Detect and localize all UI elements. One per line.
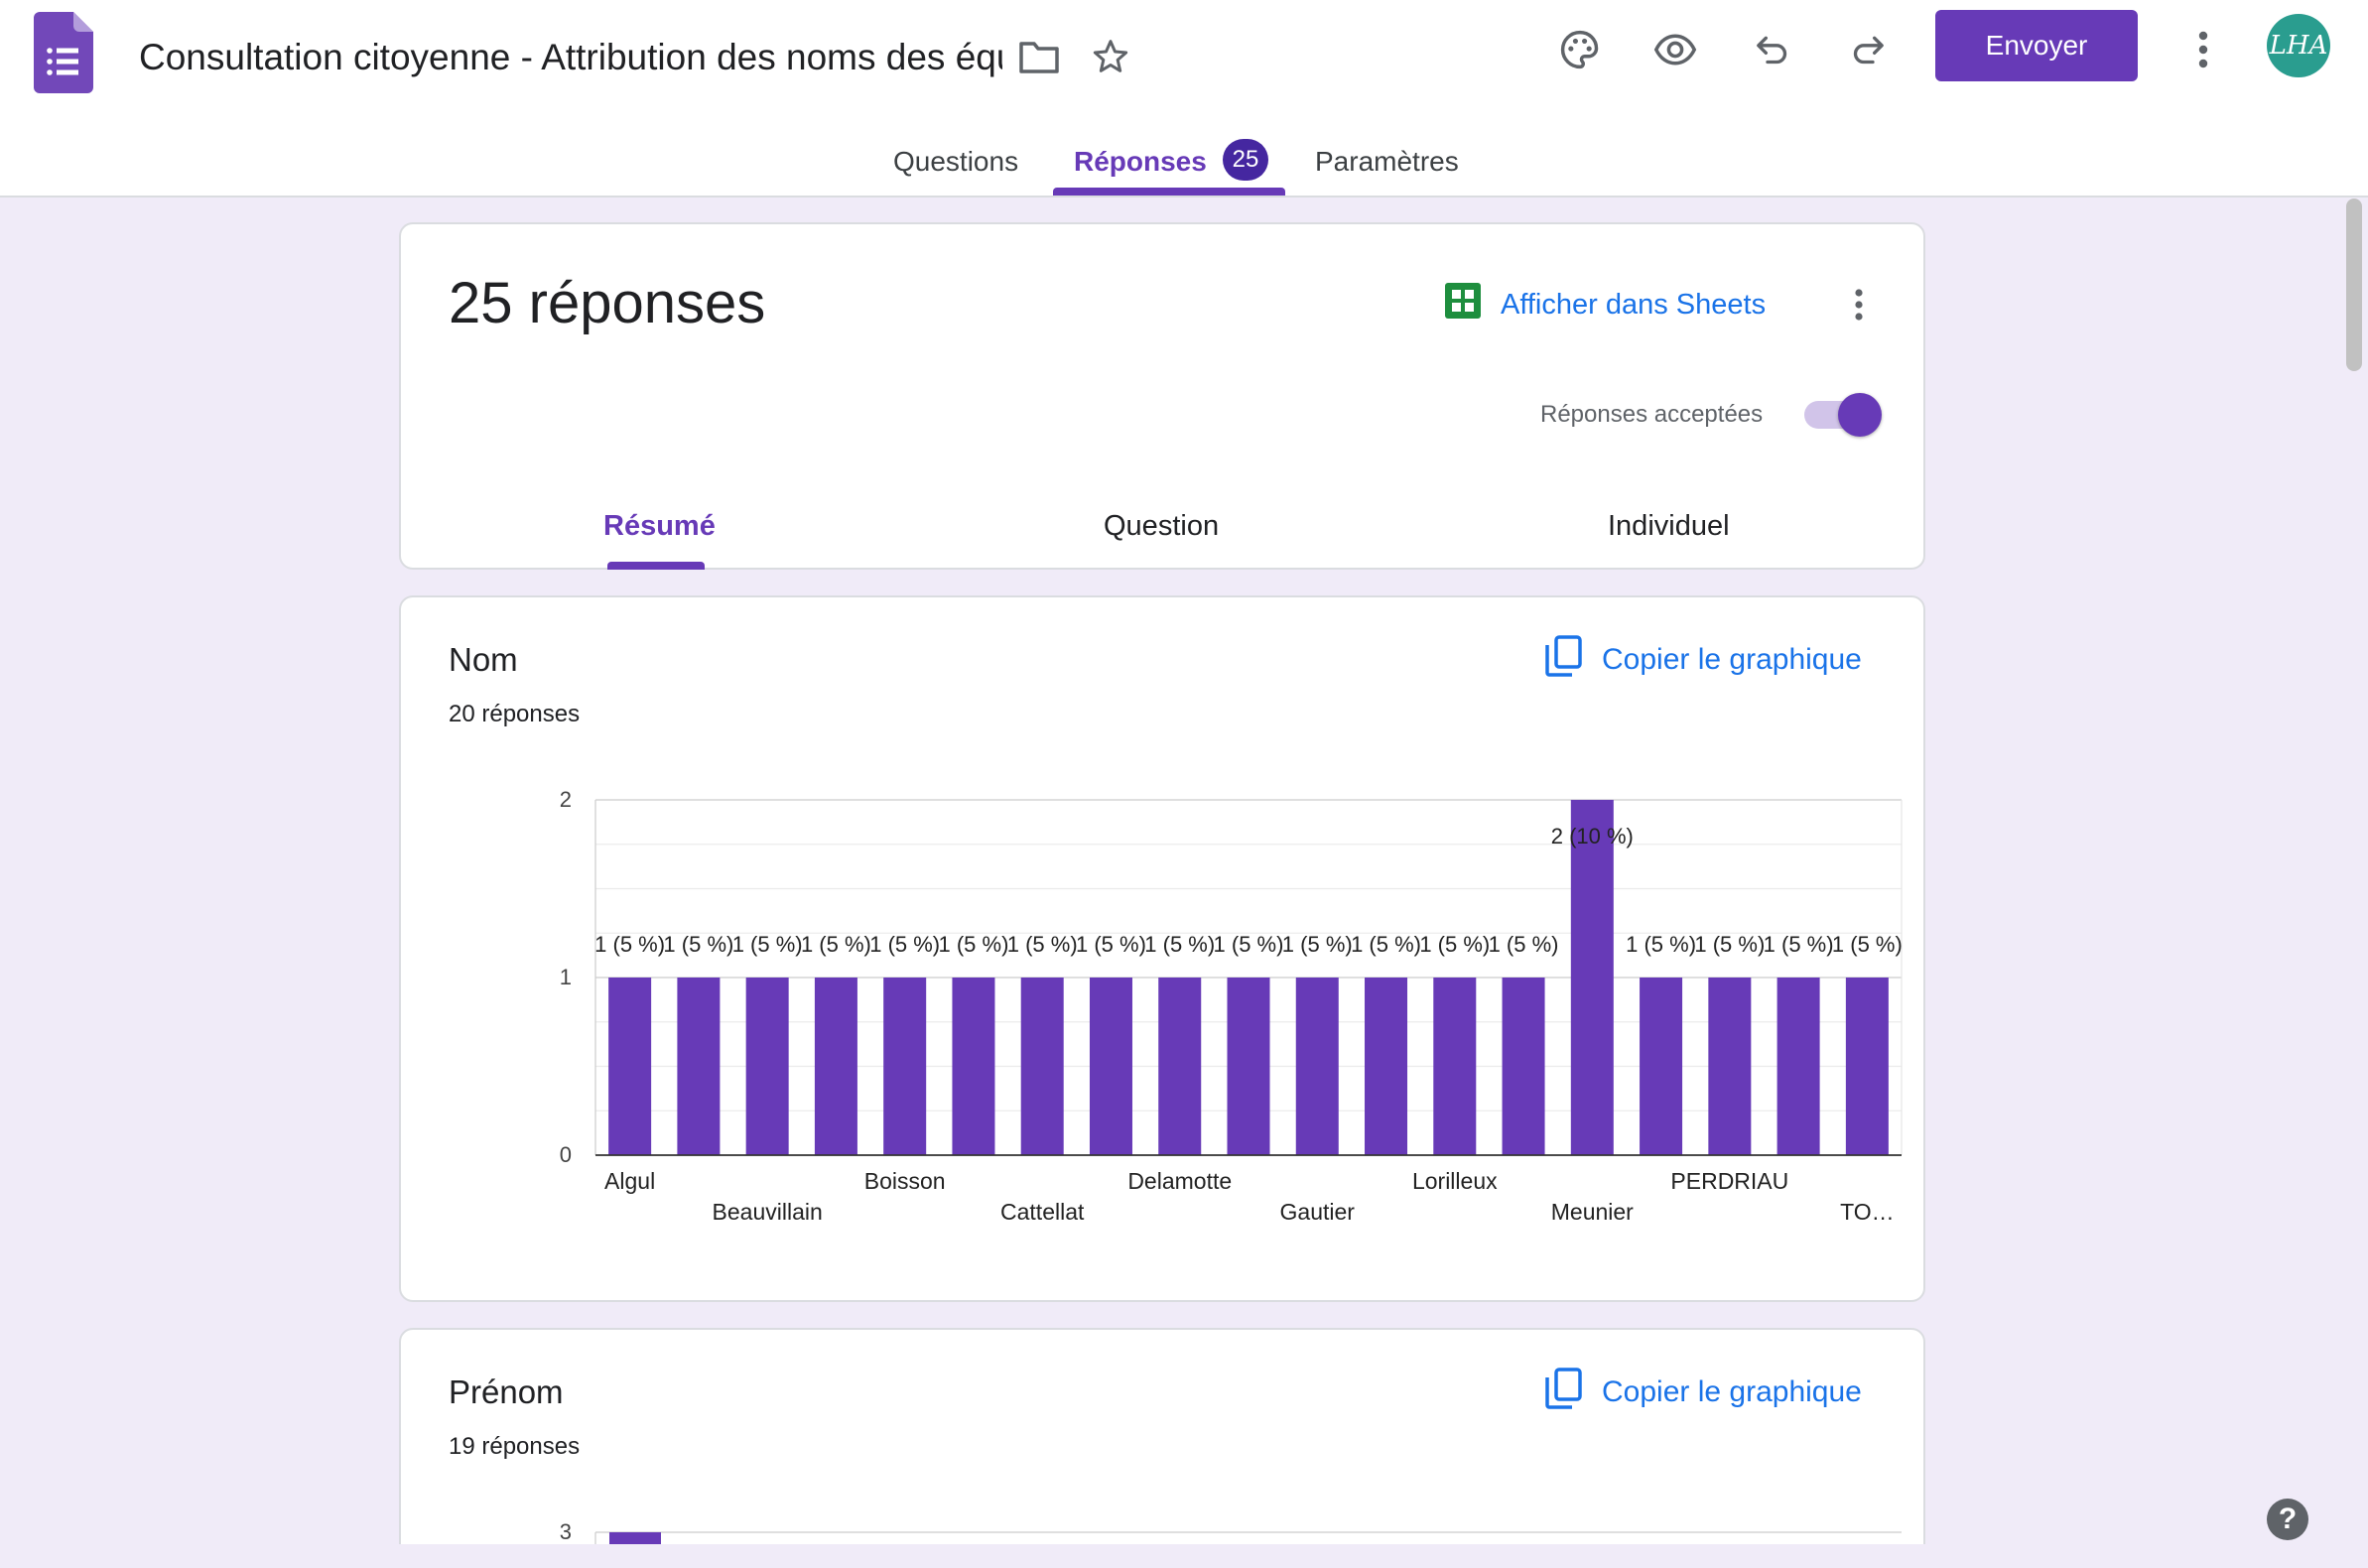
bar-data-label: 1 (5 %) (1764, 932, 1834, 957)
subtab-summary[interactable]: Résumé (603, 504, 716, 548)
bar (1158, 978, 1202, 1155)
bar-data-label: 1 (5 %) (801, 932, 871, 957)
bar-data-label: 1 (5 %) (1144, 932, 1215, 957)
folder-icon[interactable] (1016, 34, 1062, 79)
undo-icon[interactable] (1743, 20, 1802, 79)
question-card-nom: Nom 20 réponses Copier le graphique 0121… (399, 595, 1925, 1302)
bar (1502, 978, 1545, 1155)
x-tick-label: Delamotte (1127, 1168, 1232, 1194)
x-tick-label: Beauvillain (713, 1199, 823, 1225)
y-tick-label: 0 (560, 1142, 572, 1167)
bar-data-label: 1 (5 %) (1007, 932, 1078, 957)
bar (1433, 978, 1477, 1155)
x-tick-label: Boisson (864, 1168, 946, 1194)
bar (1020, 978, 1064, 1155)
bar-data-label: 1 (5 %) (1351, 932, 1421, 957)
x-tick-label: Cattellat (1000, 1199, 1085, 1225)
x-tick-label: Gautier (1280, 1199, 1356, 1225)
y-tick-label: 1 (560, 965, 572, 989)
bar-data-label: 1 (5 %) (1832, 932, 1903, 957)
page-scrollbar[interactable] (2344, 197, 2364, 1568)
star-icon[interactable] (1088, 34, 1133, 79)
y-tick-label: 2 (560, 787, 572, 812)
forms-logo-icon[interactable] (34, 12, 93, 93)
accepting-responses-label: Réponses acceptées (1540, 401, 1764, 428)
bar-data-label: 1 (5 %) (1282, 932, 1353, 957)
bar-data-label: 1 (5 %) (594, 932, 665, 957)
subtab-question[interactable]: Question (1104, 504, 1219, 548)
palette-icon[interactable] (1550, 20, 1610, 79)
app-header: Consultation citoyenne - Attribution des… (0, 0, 2368, 197)
bar (1708, 978, 1752, 1155)
redo-icon[interactable] (1838, 20, 1898, 79)
responses-more-icon[interactable] (1836, 280, 1882, 329)
bar-data-label: 1 (5 %) (869, 932, 940, 957)
bar-data-label: 1 (5 %) (1626, 932, 1696, 957)
x-tick-label: Meunier (1551, 1199, 1634, 1225)
y-tick-label: 3 (560, 1519, 572, 1544)
bar (608, 978, 652, 1155)
responses-total-heading: 25 réponses (449, 271, 766, 335)
view-in-sheets-label: Afficher dans Sheets (1501, 288, 1767, 321)
bar (1570, 800, 1614, 1155)
bar (883, 978, 927, 1155)
help-icon[interactable]: ? (2267, 1499, 2308, 1540)
form-title[interactable]: Consultation citoyenne - Attribution des… (139, 30, 1002, 85)
bar (1365, 978, 1408, 1155)
x-tick-label: PERDRIAU (1670, 1168, 1788, 1194)
bar-data-label: 2 (10 %) (1551, 824, 1634, 849)
bar-data-label: 1 (5 %) (1694, 932, 1765, 957)
bar (952, 978, 995, 1155)
x-tick-label: Algul (604, 1168, 655, 1194)
tab-questions[interactable]: Questions (893, 137, 1018, 187)
view-in-sheets-link[interactable]: Afficher dans Sheets (1445, 280, 1766, 329)
bar (1089, 978, 1132, 1155)
bar-data-label: 1 (5 %) (1076, 932, 1146, 957)
responses-count-badge: 25 (1223, 139, 1268, 181)
account-avatar[interactable]: LHA (2267, 14, 2330, 77)
bar-data-label: 1 (5 %) (1419, 932, 1490, 957)
tab-responses[interactable]: Réponses (1074, 137, 1207, 187)
tab-settings[interactable]: Paramètres (1315, 137, 1459, 187)
x-tick-label: TO… (1840, 1199, 1895, 1225)
page-bottom-strip (0, 1544, 2344, 1568)
bar (1227, 978, 1270, 1155)
question-card-prenom: Prénom 19 réponses Copier le graphique 3 (399, 1328, 1925, 1568)
nom-bar-chart: 0121 (5 %)1 (5 %)1 (5 %)1 (5 %)1 (5 %)1 … (560, 787, 1903, 1225)
bar (677, 978, 721, 1155)
active-tab-indicator (1053, 188, 1285, 196)
sheets-icon (1445, 283, 1481, 327)
bar (1845, 978, 1889, 1155)
scrollbar-thumb[interactable] (2346, 198, 2362, 371)
bar-data-label: 1 (5 %) (1489, 932, 1559, 957)
bar (1295, 978, 1339, 1155)
subtab-individual[interactable]: Individuel (1608, 504, 1730, 548)
bar-data-label: 1 (5 %) (663, 932, 733, 957)
bar-data-label: 1 (5 %) (732, 932, 803, 957)
bar (1776, 978, 1820, 1155)
bar-data-label: 1 (5 %) (938, 932, 1008, 957)
more-options-icon[interactable] (2173, 20, 2233, 79)
bar (814, 978, 857, 1155)
preview-eye-icon[interactable] (1645, 20, 1705, 79)
x-tick-label: Lorilleux (1412, 1168, 1498, 1194)
active-subtab-indicator (607, 562, 705, 570)
bar (1640, 978, 1683, 1155)
bar (745, 978, 789, 1155)
prenom-bar-chart: 3 (560, 1519, 1902, 1568)
bar-data-label: 1 (5 %) (1214, 932, 1284, 957)
toggle-knob[interactable] (1838, 393, 1882, 437)
send-button[interactable]: Envoyer (1935, 10, 2138, 81)
responses-summary-card: 25 réponses Afficher dans Sheets Réponse… (399, 222, 1925, 570)
